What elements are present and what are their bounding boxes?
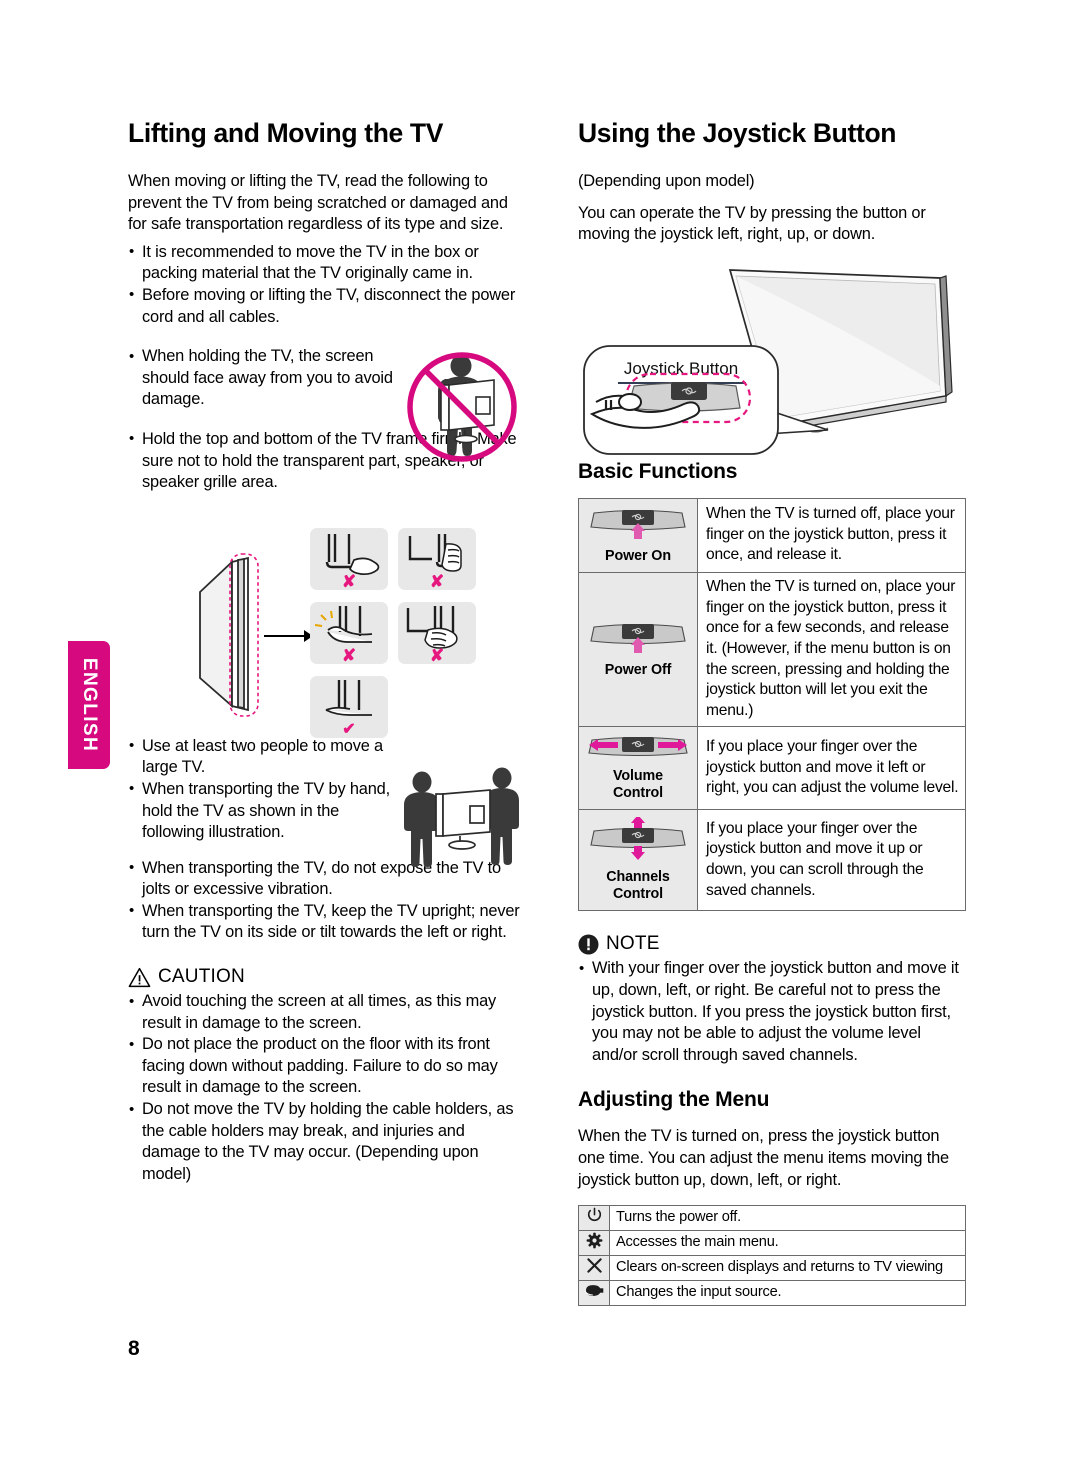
input-source-icon-cell [578, 1280, 610, 1307]
grip-mark: ✘ [429, 646, 445, 665]
basic-functions-table: Power On When the TV is turned off, plac… [578, 497, 966, 912]
list-item: Do not place the product on the floor wi… [128, 1034, 520, 1099]
basic-functions-heading: Basic Functions [578, 459, 738, 483]
row-label: Power On [605, 547, 671, 564]
grip-tile-3: ✘ [310, 602, 388, 664]
table-row: Changes the input source. [578, 1280, 966, 1307]
joystick-press-up-icon-cell-2: Power Off [578, 572, 698, 728]
table-row: Clears on-screen displays and returns to… [578, 1255, 966, 1282]
list-item: With your finger over the joystick butto… [578, 958, 966, 1066]
lifting-bullets-1: It is recommended to move the TV in the … [128, 241, 520, 328]
note-heading: NOTE [578, 933, 966, 955]
page-title-lifting: Lifting and Moving the TV [128, 118, 444, 148]
menu-row-text: Clears on-screen displays and returns to… [609, 1255, 966, 1282]
note-title: NOTE [606, 933, 660, 955]
note-bullets: With your finger over the joystick butto… [578, 958, 966, 1066]
caution-bullets: Avoid touching the screen at all times, … [128, 991, 520, 1185]
row-description: When the TV is turned off, place your fi… [697, 497, 966, 574]
table-row: Channels Control If you place your finge… [578, 809, 966, 912]
table-row: Power Off When the TV is turned on, plac… [578, 572, 966, 728]
grip-tile-2: ✘ [398, 528, 476, 590]
grip-mark: ✘ [341, 572, 357, 591]
row-description: If you place your finger over the joysti… [697, 809, 966, 912]
grip-mark: ✔ [342, 721, 356, 738]
two-people-carrying-tv-illustration [398, 766, 524, 870]
row-label: Channels Control [583, 869, 693, 902]
menu-row-text: Turns the power off. [609, 1205, 966, 1232]
adjusting-menu-intro: When the TV is turned on, press the joys… [578, 1127, 949, 1189]
table-row: Volume Control If you place your finger … [578, 726, 966, 811]
gear-icon-cell [578, 1230, 610, 1257]
row-label-line1: Volume [613, 768, 663, 785]
joystick-left-right-icon [588, 737, 688, 757]
depending-upon-model-text: (Depending upon model) [578, 172, 755, 190]
joystick-press-up-icon [590, 624, 686, 654]
grip-tile-5: ✔ [310, 676, 388, 738]
close-x-icon [586, 1258, 602, 1273]
gear-icon [586, 1232, 602, 1249]
row-description: When the TV is turned on, place your fin… [697, 572, 966, 728]
menu-icons-table: Turns the power off. Accesses the main m… [578, 1205, 966, 1307]
list-item: When holding the TV, the screen should f… [128, 346, 396, 411]
caution-heading: CAUTION [128, 966, 520, 988]
row-label-line2: Control [612, 784, 664, 801]
input-source-icon [584, 1285, 604, 1297]
joystick-press-up-icon-cell: Power On [578, 497, 698, 574]
close-x-icon-cell [578, 1255, 610, 1282]
lifting-bullets-2: When holding the TV, the screen should f… [128, 346, 396, 411]
joystick-left-right-icon-cell: Volume Control [578, 726, 698, 811]
prohibited-carry-illustration [398, 352, 526, 470]
joystick-intro-text: You can operate the TV by pressing the b… [578, 203, 926, 244]
table-row: Accesses the main menu. [578, 1230, 966, 1257]
row-label: Volume Control [583, 768, 693, 801]
tv-side-view-icon [199, 553, 312, 717]
note-exclamation-icon [578, 934, 599, 955]
caution-title: CAUTION [158, 966, 245, 988]
joystick-callout-label: Joystick Button [624, 359, 738, 378]
joystick-button-illustration: Joystick Button [578, 258, 970, 462]
power-icon [587, 1207, 601, 1222]
row-label: Power Off [604, 662, 672, 679]
menu-row-text: Changes the input source. [609, 1280, 966, 1307]
table-row: Power On When the TV is turned off, plac… [578, 497, 966, 574]
language-tab: ENGLISH [68, 641, 110, 769]
joystick-up-down-icon-cell: Channels Control [578, 809, 698, 912]
table-row: Turns the power off. [578, 1205, 966, 1232]
tv-edge-grip-illustration: ✘ ✘ ✘ ✘ ✔ [186, 528, 524, 756]
grip-mark: ✘ [429, 572, 445, 591]
grip-tile-4: ✘ [398, 602, 476, 664]
list-item: It is recommended to move the TV in the … [128, 241, 520, 285]
row-label-line2: Control [612, 885, 664, 902]
list-item: Before moving or lifting the TV, disconn… [128, 284, 520, 328]
row-label-line1: Channels [606, 869, 670, 886]
page-title-joystick: Using the Joystick Button [578, 118, 897, 148]
language-tab-label: ENGLISH [79, 657, 100, 753]
joystick-up-down-icon [590, 815, 686, 861]
manual-page: ENGLISH Lifting and Moving the TV When m… [0, 0, 1080, 1477]
lifting-intro-text: When moving or lifting the TV, read the … [128, 172, 508, 234]
joystick-press-up-icon [590, 509, 686, 539]
list-item: Do not move the TV by holding the cable … [128, 1099, 520, 1185]
list-item: When transporting the TV by hand, hold t… [128, 778, 400, 844]
lifting-bullets-5: When transporting the TV, do not expose … [128, 857, 520, 944]
page-number: 8 [128, 1337, 140, 1360]
list-item: When transporting the TV, keep the TV up… [128, 900, 520, 944]
adjusting-menu-heading: Adjusting the Menu [578, 1088, 770, 1112]
menu-row-text: Accesses the main menu. [609, 1230, 966, 1257]
list-item: Avoid touching the screen at all times, … [128, 991, 520, 1034]
power-icon-cell [578, 1205, 610, 1232]
grip-mark: ✘ [341, 646, 357, 665]
grip-tile-1: ✘ [310, 528, 388, 590]
row-description: If you place your finger over the joysti… [697, 726, 966, 811]
warning-triangle-icon [128, 967, 151, 987]
